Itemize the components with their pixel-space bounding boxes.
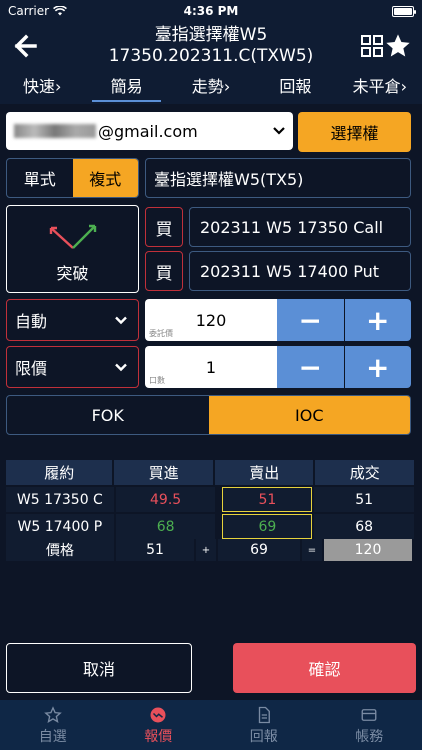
chevron-down-icon [273,127,285,135]
chevron-down-icon [115,316,127,325]
row-1-strike: W5 17350 C [6,487,114,512]
chevron-down-icon [115,363,127,372]
account-select[interactable]: @gmail.com [6,112,293,150]
leg-2-contract[interactable]: 202311 W5 17400 Put [189,251,411,291]
tab-simple[interactable]: 簡易 [84,70,168,104]
fok-button[interactable]: FOK [7,396,209,434]
title-line-2: 17350.202311.C(TXW5) [108,46,314,66]
quantity-input[interactable]: 1 口數 [145,346,277,388]
price-row-b: 69 [218,539,300,561]
header-ask: 賣出 [214,460,314,485]
nav-reports[interactable]: 回報 [211,700,317,750]
card-icon [361,709,377,721]
price-summary-row: 價格 51 + 69 = 120 [6,539,416,561]
leg-1-side[interactable]: 買 [145,207,183,247]
row-2-strike: W5 17400 P [6,514,114,539]
price-value: 120 [195,310,227,330]
star-icon[interactable] [384,32,412,60]
tab-quick[interactable]: 快速› [0,70,84,104]
tab-report[interactable]: 回報 [253,70,337,104]
leg-1-contract[interactable]: 202311 W5 17350 Call [189,207,411,247]
account-email-suffix: @gmail.com [98,121,198,141]
table-header: 履約 買進 賣出 成交 [6,460,416,485]
page-title: 臺指選擇權W5 17350.202311.C(TXW5) [60,25,362,67]
mode-combo-button[interactable]: 複式 [72,159,138,197]
nav-quotes[interactable]: 報價 [106,700,212,750]
row-1-last: 51 [314,487,415,512]
table-row: W5 17350 C 49.5 51 51 [6,487,416,512]
back-arrow-icon[interactable] [8,30,40,62]
title-line-1: 臺指選擇權W5 [154,25,268,45]
tab-open-positions[interactable]: 未平倉› [338,70,422,104]
header-bid: 買進 [114,460,213,485]
plus-operator: + [196,539,216,561]
status-left: Carrier [8,4,67,18]
header-strike: 履約 [6,460,113,485]
quote-chart-icon [150,707,166,723]
price-type-select[interactable]: 自動 [6,299,139,341]
price-row-total: 120 [324,539,412,561]
quantity-minus-button[interactable]: − [277,346,344,388]
cancel-button[interactable]: 取消 [6,643,192,693]
price-plus-button[interactable]: + [343,299,411,341]
time-in-force-toggle: FOK IOC [6,395,411,435]
price-stepper: 120 委託價 − + [145,299,411,341]
row-1-bid: 49.5 [115,487,216,512]
row-2-last: 68 [314,514,415,539]
tab-trend[interactable]: 走勢› [169,70,253,104]
price-input[interactable]: 120 委託價 [145,299,277,341]
breakout-strategy-icon [49,224,96,249]
quote-table: 履約 買進 賣出 成交 W5 17350 C 49.5 51 51 W5 174… [6,460,416,561]
nav-header: 臺指選擇權W5 17350.202311.C(TXW5) [0,22,422,70]
order-mode-toggle: 單式 複式 [6,158,139,198]
quantity-stepper: 1 口數 − + [145,346,411,388]
quantity-plus-button[interactable]: + [343,346,411,388]
order-type-value: 限價 [15,359,48,378]
strategy-label: 突破 [56,264,89,283]
document-icon [258,706,270,724]
tab-bar: 快速› 簡易 走勢› 回報 未平倉› [0,70,422,104]
order-type-select[interactable]: 限價 [6,346,139,388]
ioc-button[interactable]: IOC [208,396,410,434]
wifi-icon [53,6,67,16]
bottom-nav: 自選 報價 回報 帳務 [0,700,422,750]
star-outline-icon [43,706,62,723]
product-field[interactable]: 臺指選擇權W5(TX5) [145,158,411,198]
row-2-bid: 68 [115,514,216,539]
price-row-label: 價格 [6,539,114,561]
confirm-button[interactable]: 確認 [233,643,416,693]
quantity-hint: 口數 [149,376,165,385]
equals-operator: = [302,539,322,561]
mode-single-button[interactable]: 單式 [7,159,73,197]
strategy-selector[interactable]: 突破 [6,205,139,293]
grid-icon[interactable] [360,34,384,58]
leg-2-side[interactable]: 買 [145,251,183,291]
price-row-a: 51 [116,539,194,561]
quantity-value: 1 [205,357,217,377]
header-last: 成交 [315,460,414,485]
price-type-value: 自動 [15,312,48,331]
nav-watchlist[interactable]: 自選 [0,700,106,750]
battery-icon [392,5,416,17]
status-bar: Carrier 4:36 PM [0,0,422,22]
choose-option-button[interactable]: 選擇權 [298,112,411,152]
price-minus-button[interactable]: − [277,299,344,341]
row-1-ask[interactable]: 51 [222,487,313,512]
nav-account[interactable]: 帳務 [317,700,422,750]
masked-account-prefix [14,124,96,138]
row-2-ask[interactable]: 69 [222,514,313,539]
table-row: W5 17400 P 68 69 68 [6,514,416,539]
carrier-label: Carrier [8,4,50,18]
price-hint: 委託價 [149,329,173,338]
